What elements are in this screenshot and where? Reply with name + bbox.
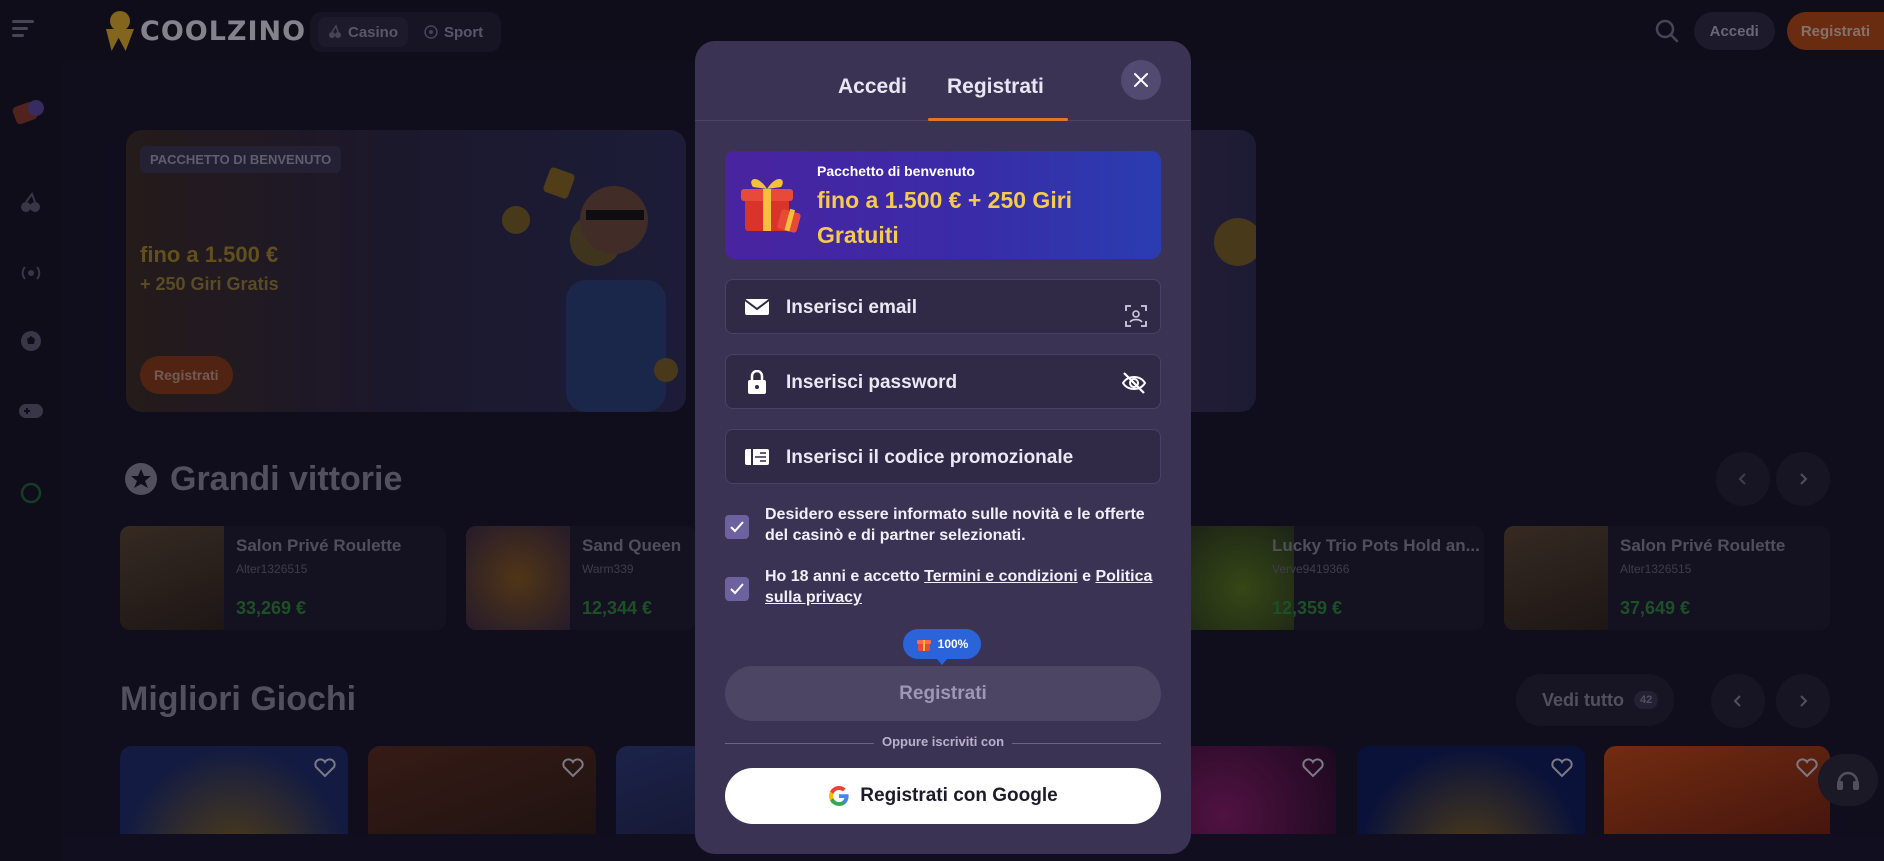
promo-label: Pacchetto di benvenuto bbox=[817, 163, 975, 179]
promo-offer: fino a 1.500 € + 250 Giri Gratuiti bbox=[817, 187, 1073, 248]
google-register-button[interactable]: Registrati con Google bbox=[725, 768, 1161, 824]
lock-icon bbox=[748, 370, 766, 394]
marketing-consent-row: Desidero essere informato sulle novità e… bbox=[725, 504, 1161, 548]
age-consent-prefix: Ho 18 anni e accetto bbox=[765, 568, 925, 585]
welcome-promo-card: Pacchetto di benvenuto fino a 1.500 € + … bbox=[725, 151, 1161, 259]
bonus-badge-text: 100% bbox=[937, 637, 969, 651]
password-field[interactable]: Inserisci password bbox=[725, 354, 1161, 409]
email-field[interactable]: Inserisci email bbox=[725, 279, 1161, 334]
age-consent-row: Ho 18 anni e accetto Termini e condizion… bbox=[725, 566, 1161, 610]
divider-text: Oppure iscriviti con bbox=[873, 734, 1013, 749]
promo-code-placeholder: Inserisci il codice promozionale bbox=[786, 447, 1074, 468]
register-submit-button[interactable]: Registrati bbox=[725, 666, 1161, 721]
mail-icon bbox=[744, 299, 770, 315]
promo-code-field[interactable]: Inserisci il codice promozionale bbox=[725, 429, 1161, 484]
ticket-icon bbox=[745, 449, 769, 465]
marketing-consent-checkbox[interactable] bbox=[725, 515, 749, 539]
active-tab-indicator bbox=[928, 118, 1068, 121]
check-icon bbox=[730, 583, 744, 595]
age-consent-and: e bbox=[1077, 568, 1096, 585]
terms-link[interactable]: Termini e condizioni bbox=[924, 568, 1078, 585]
email-placeholder: Inserisci email bbox=[786, 297, 917, 318]
age-consent-checkbox[interactable] bbox=[725, 577, 749, 601]
register-modal: Accedi Registrati Pacchetto di benvenuto… bbox=[695, 41, 1191, 854]
age-consent-text: Ho 18 anni e accetto Termini e condizion… bbox=[765, 566, 1165, 608]
eye-off-icon[interactable] bbox=[1120, 369, 1148, 397]
password-placeholder: Inserisci password bbox=[786, 372, 958, 393]
google-register-label: Registrati con Google bbox=[860, 785, 1058, 806]
gift-icon bbox=[741, 178, 801, 233]
face-id-icon[interactable] bbox=[1124, 304, 1148, 328]
tab-login[interactable]: Accedi bbox=[838, 75, 907, 99]
bonus-badge: 100% bbox=[903, 629, 981, 665]
gift-icon bbox=[916, 640, 931, 651]
modal-tabs: Accedi Registrati bbox=[695, 41, 1191, 121]
tab-register[interactable]: Registrati bbox=[947, 75, 1044, 99]
close-icon bbox=[1134, 73, 1148, 87]
google-icon bbox=[829, 786, 849, 806]
marketing-consent-text: Desidero essere informato sulle novità e… bbox=[765, 506, 1145, 544]
close-button[interactable] bbox=[1121, 60, 1161, 100]
check-icon bbox=[730, 521, 744, 533]
